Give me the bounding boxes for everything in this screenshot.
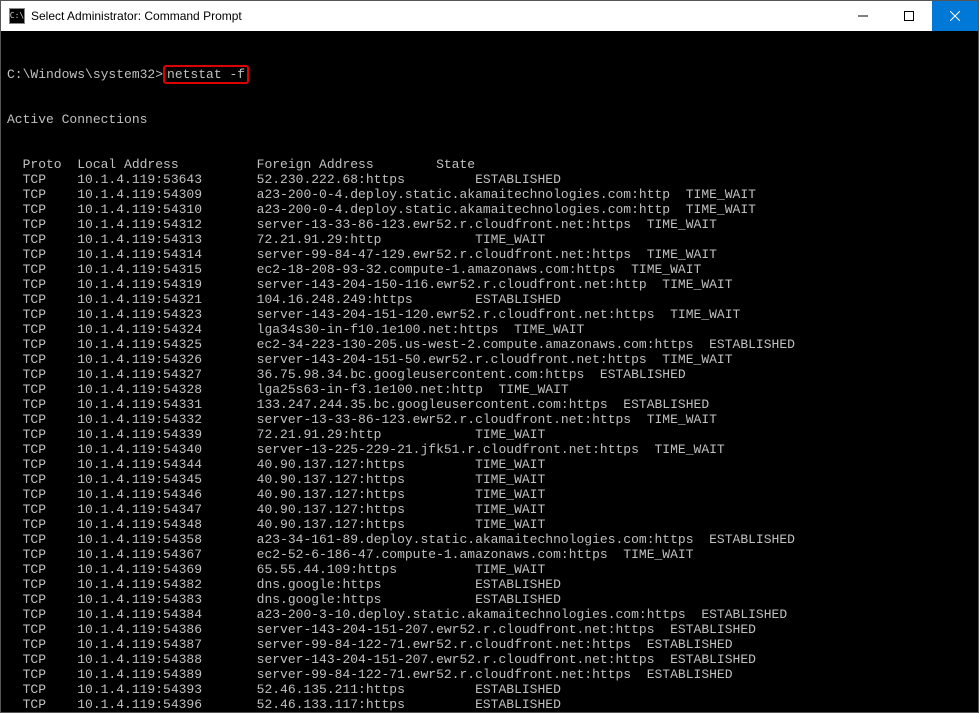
terminal-output[interactable]: C:\Windows\system32>netstat -f Active Co… (1, 31, 978, 712)
prompt-path: C:\Windows\system32> (7, 67, 163, 82)
section-title: Active Connections (7, 112, 147, 127)
prompt-line: C:\Windows\system32>netstat -f (7, 65, 249, 84)
header-row: Proto Local Address Foreign Address Stat… (7, 157, 978, 172)
maximize-button[interactable] (886, 1, 932, 31)
cmd-icon-label: C:\ (10, 12, 24, 20)
command-prompt-window: C:\ Select Administrator: Command Prompt… (0, 0, 979, 713)
cmd-icon: C:\ (9, 8, 25, 24)
window-title: Select Administrator: Command Prompt (31, 9, 840, 23)
window-controls (840, 1, 978, 31)
titlebar[interactable]: C:\ Select Administrator: Command Prompt (1, 1, 978, 31)
close-button[interactable] (932, 1, 978, 31)
minimize-button[interactable] (840, 1, 886, 31)
connection-rows: TCP 10.1.4.119:53643 52.230.222.68:https… (7, 172, 978, 712)
command-highlight: netstat -f (163, 65, 249, 84)
